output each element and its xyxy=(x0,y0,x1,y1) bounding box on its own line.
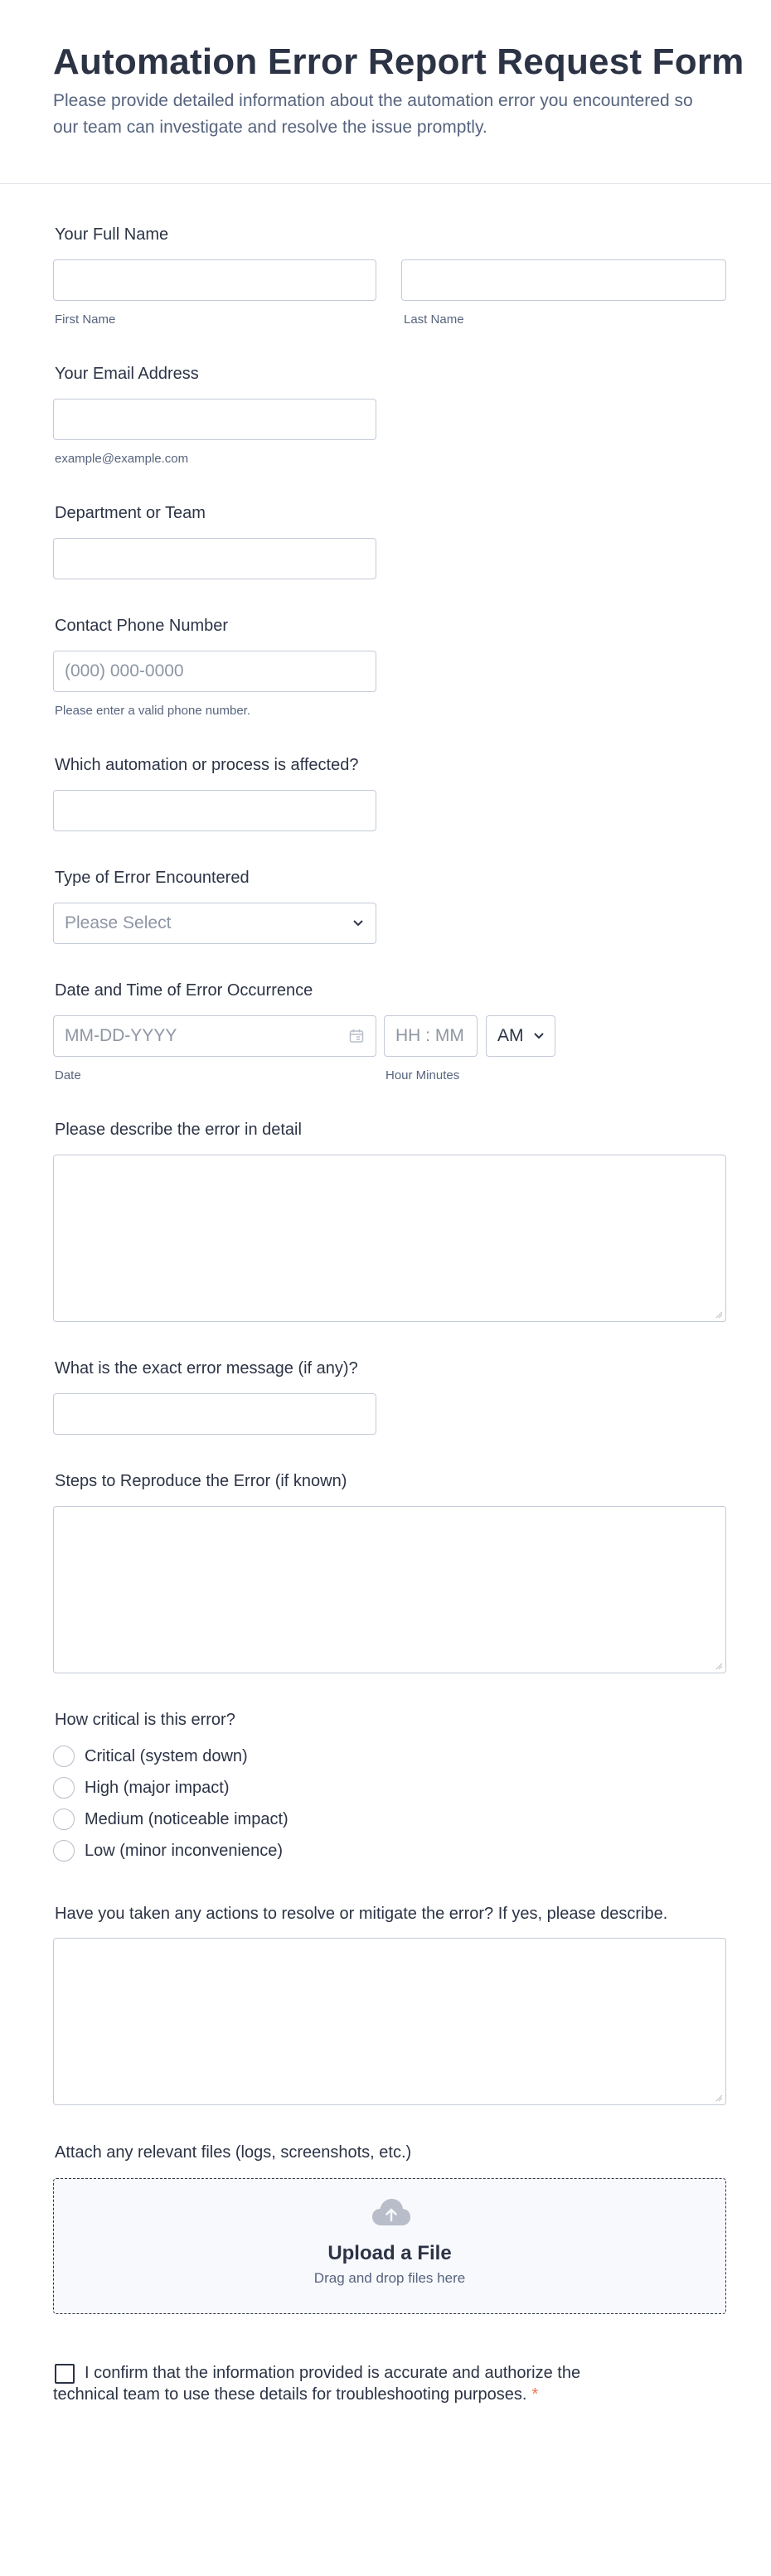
last-name-input[interactable] xyxy=(401,259,726,301)
department-input[interactable] xyxy=(53,538,376,579)
form-header: Automation Error Report Request Form Ple… xyxy=(0,0,771,184)
error-type-selected: Please Select xyxy=(65,913,172,932)
error-type-label: Type of Error Encountered xyxy=(55,869,250,887)
error-message-input[interactable] xyxy=(53,1393,376,1435)
calendar-icon[interactable] xyxy=(349,1029,364,1043)
date-sublabel: Date xyxy=(55,1068,81,1082)
confirm-label: I confirm that the information provided … xyxy=(53,2362,650,2405)
radio-label: Medium (noticeable impact) xyxy=(85,1810,289,1828)
last-name-sublabel: Last Name xyxy=(404,312,464,327)
upload-title: Upload a File xyxy=(327,2242,452,2264)
first-name-sublabel: First Name xyxy=(55,312,116,327)
radio-label: Critical (system down) xyxy=(85,1747,248,1765)
file-upload-dropzone[interactable]: Upload a File Drag and drop files here xyxy=(53,2178,726,2314)
steps-label: Steps to Reproduce the Error (if known) xyxy=(55,1472,347,1490)
page-title: Automation Error Report Request Form xyxy=(53,41,744,82)
phone-input[interactable]: (000) 000-0000 xyxy=(53,651,376,692)
radio-label: High (major impact) xyxy=(85,1779,230,1797)
email-label: Your Email Address xyxy=(55,365,199,383)
description-textarea[interactable] xyxy=(53,1155,726,1322)
resize-handle-icon[interactable] xyxy=(715,2094,723,2102)
attachments-label: Attach any relevant files (logs, screens… xyxy=(55,2143,412,2162)
department-label: Department or Team xyxy=(55,504,206,522)
time-input[interactable]: HH : MM xyxy=(384,1015,478,1057)
radio-button[interactable] xyxy=(53,1746,75,1767)
radio-label: Low (minor inconvenience) xyxy=(85,1842,284,1860)
resize-handle-icon[interactable] xyxy=(715,1662,723,1670)
phone-label: Contact Phone Number xyxy=(55,617,229,635)
time-sublabel: Hour Minutes xyxy=(386,1068,460,1082)
resize-handle-icon[interactable] xyxy=(715,1310,723,1319)
radio-button[interactable] xyxy=(53,1840,75,1862)
ampm-selected: AM xyxy=(497,1026,524,1045)
error-message-label: What is the exact error message (if any)… xyxy=(55,1359,358,1378)
description-label: Please describe the error in detail xyxy=(55,1121,302,1139)
cloud-upload-icon xyxy=(372,2199,410,2225)
phone-sublabel: Please enter a valid phone number. xyxy=(55,704,250,718)
phone-placeholder: (000) 000-0000 xyxy=(65,661,184,680)
date-placeholder: MM-DD-YYYY xyxy=(65,1026,177,1045)
error-type-select[interactable]: Please Select xyxy=(53,903,376,944)
full-name-label: Your Full Name xyxy=(55,225,169,244)
page-subtitle: Please provide detailed information abou… xyxy=(53,91,693,137)
required-asterisk: * xyxy=(531,2385,539,2404)
first-name-input[interactable] xyxy=(53,259,376,301)
ampm-select[interactable]: AM xyxy=(486,1015,555,1057)
chevron-down-icon xyxy=(353,920,363,927)
confirm-text: I confirm that the information provided … xyxy=(53,2364,581,2404)
actions-textarea[interactable] xyxy=(53,1938,726,2105)
automation-label: Which automation or process is affected? xyxy=(55,756,359,774)
upload-hint: Drag and drop files here xyxy=(313,2270,466,2286)
date-input[interactable]: MM-DD-YYYY xyxy=(53,1015,376,1057)
radio-button[interactable] xyxy=(53,1809,75,1830)
email-input[interactable] xyxy=(53,399,376,440)
chevron-down-icon xyxy=(534,1033,544,1039)
radio-button[interactable] xyxy=(53,1777,75,1799)
actions-label: Have you taken any actions to resolve or… xyxy=(55,1905,668,1923)
criticality-label: How critical is this error? xyxy=(55,1711,235,1729)
email-sublabel: example@example.com xyxy=(55,452,189,466)
datetime-label: Date and Time of Error Occurrence xyxy=(55,981,313,1000)
time-placeholder: HH : MM xyxy=(395,1026,464,1045)
steps-textarea[interactable] xyxy=(53,1506,726,1673)
automation-input[interactable] xyxy=(53,790,376,831)
